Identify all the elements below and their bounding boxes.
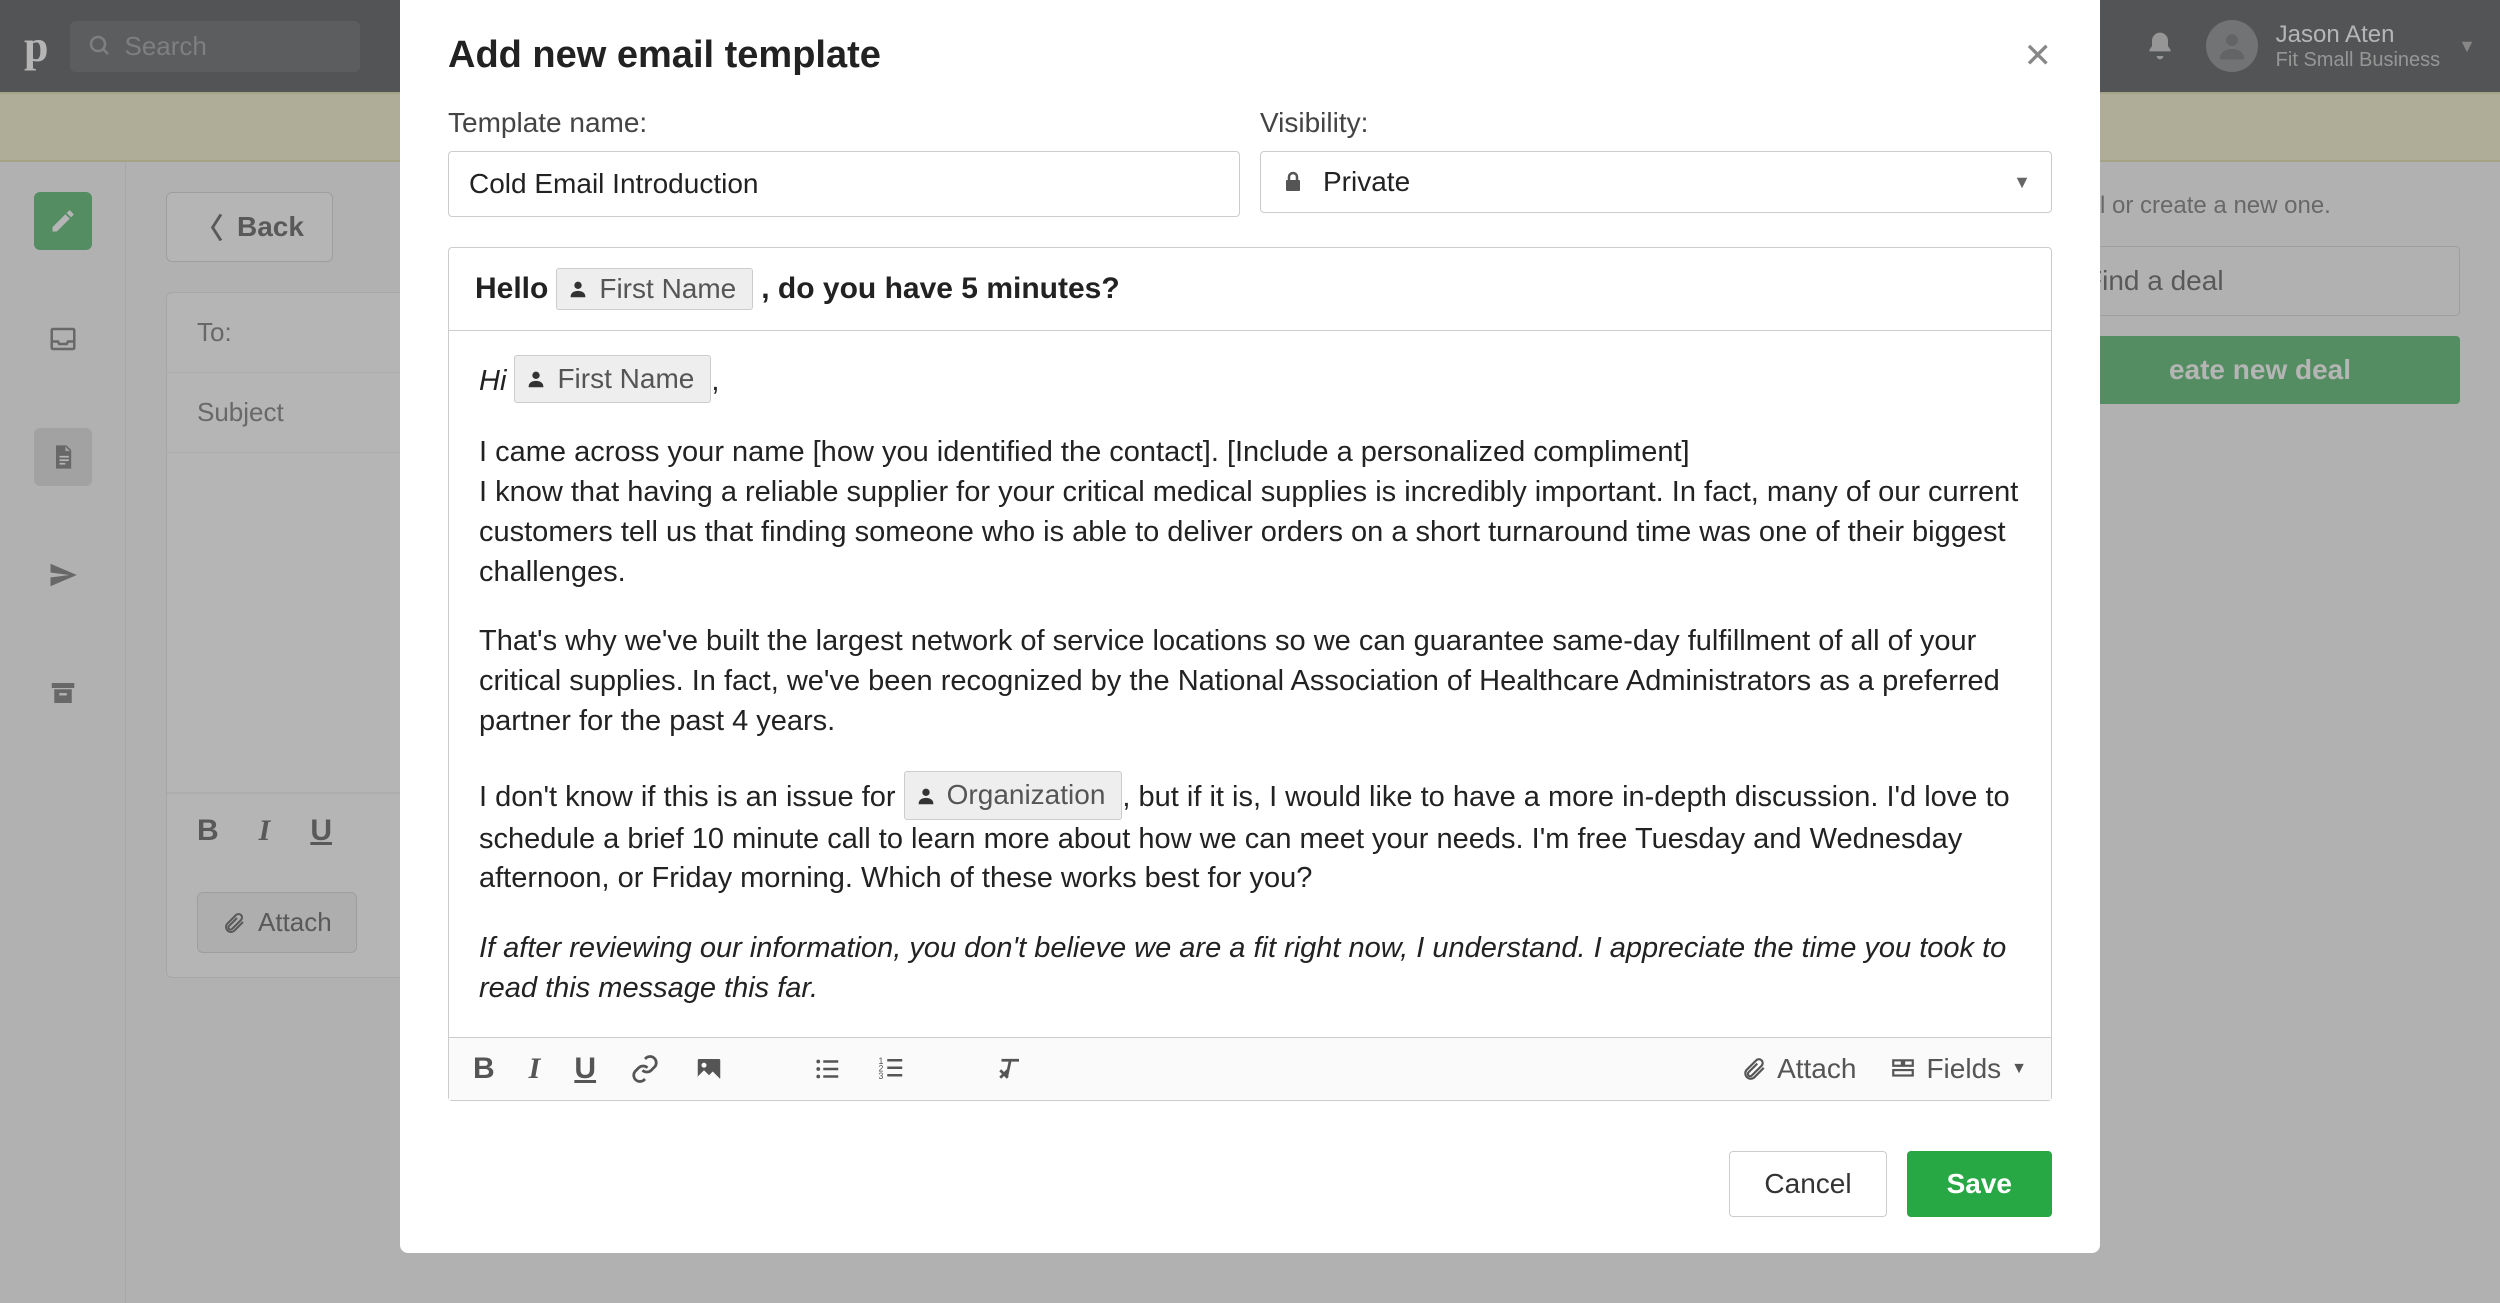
numbered-list-icon[interactable]: 123 [876, 1054, 906, 1084]
template-name-label: Template name: [448, 107, 1240, 139]
body-p2: I know that having a reliable supplier f… [479, 473, 2021, 592]
subject-suffix: , do you have 5 minutes? [761, 272, 1119, 306]
email-template-modal: Add new email template ✕ Template name: … [400, 0, 2100, 1253]
clear-format-icon[interactable] [994, 1054, 1024, 1084]
link-icon[interactable] [630, 1054, 660, 1084]
close-icon[interactable]: ✕ [2024, 36, 2053, 76]
svg-text:3: 3 [879, 1071, 884, 1081]
editor-body[interactable]: Hi First Name , I came across your name … [449, 331, 2051, 1037]
editor-frame: Hello First Name , do you have 5 minutes… [448, 247, 2052, 1101]
editor-toolbar: B I U 123 [449, 1037, 2051, 1100]
merge-label: First Name [557, 360, 694, 398]
person-icon [567, 278, 589, 300]
modal-body: Template name: Visibility: Private ▼ [400, 107, 2100, 1131]
italic-icon[interactable]: I [529, 1052, 541, 1086]
bold-icon[interactable]: B [473, 1052, 495, 1086]
merge-field-firstname-body[interactable]: First Name [514, 355, 711, 403]
chevron-down-icon: ▼ [2013, 172, 2031, 193]
person-icon [525, 368, 547, 390]
visibility-select[interactable]: Private ▼ [1260, 151, 2052, 213]
bullet-list-icon[interactable] [812, 1054, 842, 1084]
toolbar-fields-label: Fields [1926, 1053, 2001, 1085]
lock-icon [1281, 170, 1305, 194]
cancel-button[interactable]: Cancel [1729, 1151, 1886, 1217]
field-row: Template name: Visibility: Private ▼ [448, 107, 2052, 217]
subject-prefix: Hello [475, 272, 548, 306]
modal-title: Add new email template [448, 34, 881, 77]
subject-line[interactable]: Hello First Name , do you have 5 minutes… [449, 248, 2051, 331]
merge-field-organization[interactable]: Organization [904, 771, 1123, 819]
body-p4-prefix: I don't know if this is an issue for [479, 782, 896, 814]
template-name-group: Template name: [448, 107, 1240, 217]
template-name-input[interactable] [448, 151, 1240, 217]
body-p3: That's why we've built the largest netwo… [479, 622, 2021, 741]
body-p1: I came across your name [how you identif… [479, 433, 2021, 473]
merge-label: Organization [947, 776, 1106, 814]
image-icon[interactable] [694, 1054, 724, 1084]
merge-field-firstname[interactable]: First Name [556, 268, 753, 310]
body-p5: If after reviewing our information, you … [479, 932, 2006, 1004]
toolbar-fields-button[interactable]: Fields ▼ [1890, 1053, 2027, 1085]
underline-icon[interactable]: U [574, 1052, 596, 1086]
person-icon [915, 785, 937, 807]
visibility-value: Private [1323, 166, 1410, 198]
visibility-group: Visibility: Private ▼ [1260, 107, 2052, 217]
toolbar-attach-label: Attach [1777, 1053, 1856, 1085]
greeting-suffix: , [711, 365, 719, 397]
modal-header: Add new email template ✕ [400, 0, 2100, 107]
save-button[interactable]: Save [1907, 1151, 2052, 1217]
merge-label: First Name [599, 273, 736, 305]
modal-footer: Cancel Save [400, 1131, 2100, 1253]
toolbar-attach-button[interactable]: Attach [1741, 1053, 1856, 1085]
greeting-prefix: Hi [479, 365, 506, 397]
visibility-label: Visibility: [1260, 107, 2052, 139]
chevron-down-icon: ▼ [2011, 1060, 2027, 1078]
modal-overlay: Add new email template ✕ Template name: … [0, 0, 2500, 1303]
